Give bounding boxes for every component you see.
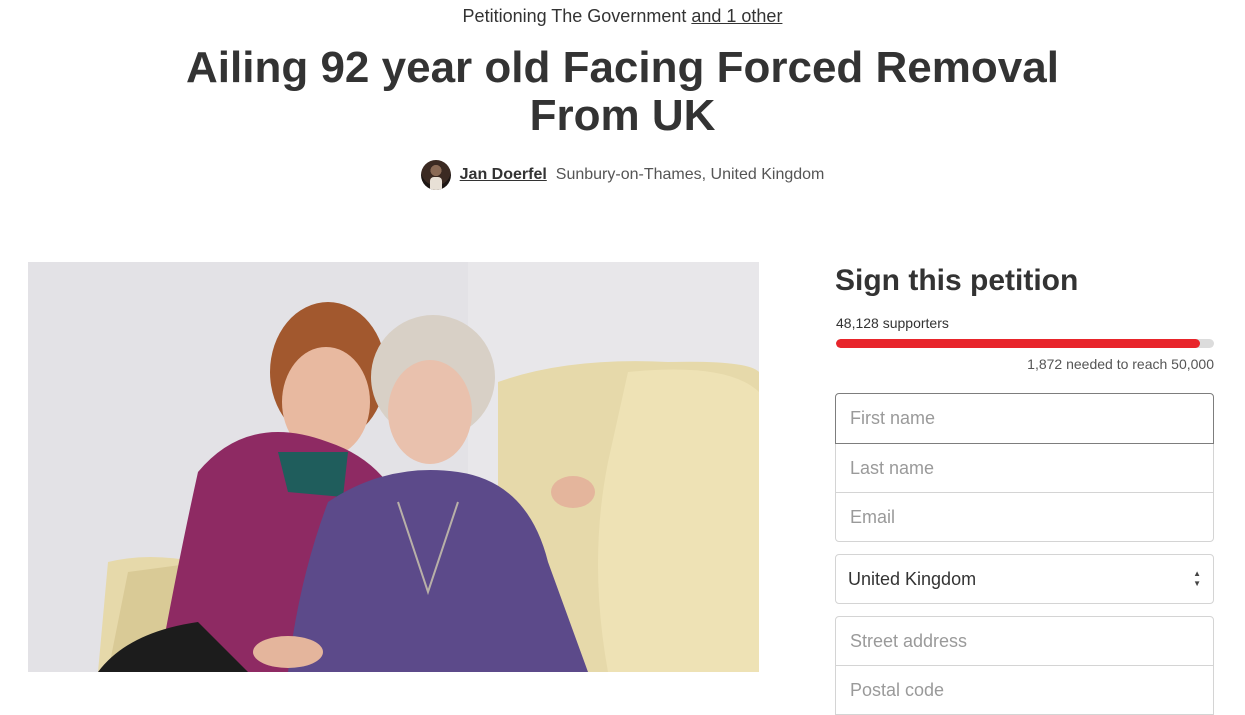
author-location: Sunbury-on-Thames, United Kingdom	[555, 166, 825, 183]
needed-count: 1,872 needed to reach 50,000	[1027, 356, 1214, 372]
title-line-2: From UK	[529, 91, 716, 140]
first-name-field[interactable]	[835, 393, 1214, 444]
postal-code-field[interactable]	[835, 665, 1214, 715]
petition-targets: Petitioning The Government and 1 other	[0, 6, 1245, 27]
progress-bar-fill	[836, 339, 1200, 348]
progress-bar	[836, 339, 1214, 348]
email-field[interactable]	[835, 492, 1214, 542]
street-address-field[interactable]	[835, 616, 1214, 666]
petitioning-text: Petitioning The Government	[462, 6, 687, 26]
country-select-value: United Kingdom	[848, 568, 977, 589]
petition-title: Ailing 92 year old Facing Forced Removal…	[0, 44, 1245, 140]
title-line-1: Ailing 92 year old Facing Forced Removal	[186, 43, 1059, 92]
last-name-field[interactable]	[835, 443, 1214, 493]
select-caret-icon: ▲ ▼	[1193, 569, 1201, 588]
author-name-link[interactable]: Jan Doerfel	[460, 166, 547, 184]
author-row: Jan Doerfel Sunbury-on-Thames, United Ki…	[0, 160, 1245, 190]
sign-petition-heading: Sign this petition	[835, 264, 1079, 297]
supporter-count: 48,128 supporters	[836, 315, 949, 331]
avatar[interactable]	[420, 160, 451, 190]
name-email-group	[835, 393, 1214, 542]
address-group	[835, 616, 1214, 715]
country-select[interactable]: United Kingdom ▲ ▼	[835, 554, 1214, 604]
petition-photo	[28, 262, 759, 672]
other-targets-link[interactable]: and 1 other	[691, 6, 782, 26]
